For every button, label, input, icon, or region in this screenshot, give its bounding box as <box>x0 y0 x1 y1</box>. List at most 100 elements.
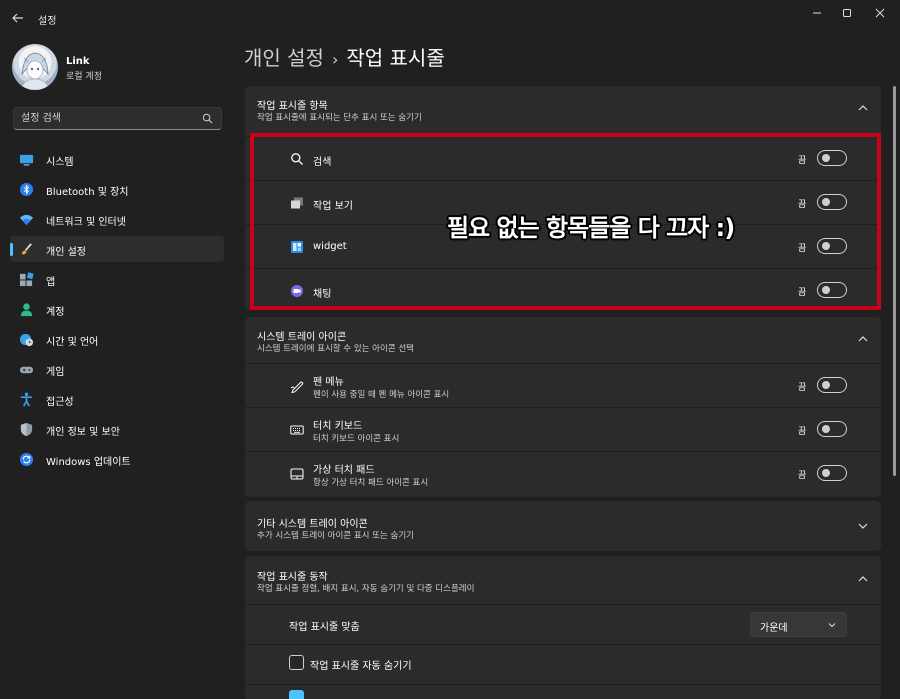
section-subtitle: 추가 시스템 트레이 아이콘 표시 또는 숨기기 <box>257 531 414 541</box>
pen-menu-toggle[interactable] <box>817 377 847 393</box>
sidebar-item-label: 앱 <box>46 277 56 288</box>
section-title: 시스템 트레이 아이콘 <box>257 332 347 343</box>
sidebar-item-accounts[interactable]: 계정 <box>10 296 224 322</box>
sidebar-item-label: Bluetooth 및 장치 <box>46 187 129 198</box>
sidebar-item-label: 게임 <box>46 367 65 378</box>
row-label: 펜 메뉴 <box>313 377 344 388</box>
sidebar-item-bluetooth[interactable]: Bluetooth 및 장치 <box>10 176 224 202</box>
tray-touch-keyboard-row: 터치 키보드 터치 키보드 아이콘 표시 끔 <box>245 407 881 451</box>
gamepad-icon <box>19 366 34 374</box>
taskbar-item-chat-row: 채팅 끔 <box>245 268 881 312</box>
sidebar-item-label: Windows 업데이트 <box>46 457 131 468</box>
taskbar-items-header[interactable]: 작업 표시줄 항목 작업 표시줄에 표시되는 단추 표시 또는 숨기기 <box>245 86 881 130</box>
pen-icon <box>290 381 304 393</box>
search-icon[interactable] <box>202 113 213 124</box>
sidebar-item-windows-update[interactable]: Windows 업데이트 <box>10 446 224 472</box>
row-label: widget <box>313 241 347 252</box>
chevron-up-icon[interactable] <box>857 334 869 344</box>
system-tray-icons-header[interactable]: 시스템 트레이 아이콘 시스템 트레이에 표시할 수 있는 아이콘 선택 <box>245 317 881 361</box>
back-arrow-icon[interactable] <box>10 10 26 26</box>
chevron-up-icon[interactable] <box>857 574 869 584</box>
touch-keyboard-toggle[interactable] <box>817 421 847 437</box>
system-tray-icons-card: 시스템 트레이 아이콘 시스템 트레이에 표시할 수 있는 아이콘 선택 펜 메… <box>245 317 881 497</box>
brush-icon <box>21 243 32 255</box>
dropdown-value: 가운데 <box>760 623 788 634</box>
sidebar-item-label: 네트워크 및 인터넷 <box>46 217 126 228</box>
close-icon <box>875 8 885 18</box>
accessibility-icon <box>20 392 33 407</box>
chevron-up-icon[interactable] <box>857 103 869 113</box>
search-toggle[interactable] <box>817 150 847 166</box>
minimize-button[interactable] <box>803 4 831 22</box>
sidebar-item-privacy[interactable]: 개인 정보 및 보안 <box>10 416 224 442</box>
task-view-icon <box>291 197 303 209</box>
other-tray-icons-card[interactable]: 기타 시스템 트레이 아이콘 추가 시스템 트레이 아이콘 표시 또는 숨기기 <box>245 501 881 551</box>
taskbar-badges-row <box>245 684 881 699</box>
section-title: 기타 시스템 트레이 아이콘 <box>257 519 368 530</box>
scrollbar[interactable] <box>893 86 896 476</box>
keyboard-icon <box>290 425 304 435</box>
update-icon <box>19 452 34 467</box>
row-label: 검색 <box>313 157 332 168</box>
row-label: 가상 터치 패드 <box>313 465 375 476</box>
virtual-touchpad-toggle[interactable] <box>817 465 847 481</box>
breadcrumb: 개인 설정 › 작업 표시줄 <box>244 42 445 71</box>
taskbar-behaviors-card: 작업 표시줄 동작 작업 표시줄 정렬, 배지 표시, 자동 숨기기 및 다중 … <box>245 556 881 699</box>
avatar <box>12 44 58 90</box>
sidebar-item-personalization[interactable]: 개인 설정 <box>10 236 224 262</box>
close-button[interactable] <box>866 4 894 22</box>
row-label: 채팅 <box>313 289 332 300</box>
chat-icon <box>291 285 303 297</box>
touchpad-icon <box>290 468 304 480</box>
toggle-state-label: 끔 <box>798 156 807 166</box>
row-label: 터치 키보드 <box>313 421 363 432</box>
section-title: 작업 표시줄 동작 <box>257 572 328 583</box>
sidebar-item-label: 시스템 <box>46 157 74 168</box>
settings-search-box[interactable] <box>13 107 222 130</box>
sidebar-item-label: 개인 설정 <box>46 247 86 258</box>
wifi-icon <box>19 214 34 226</box>
taskbar-alignment-dropdown[interactable]: 가운데 <box>750 612 847 637</box>
page-title: 작업 표시줄 <box>346 46 445 70</box>
sidebar-item-gaming[interactable]: 게임 <box>10 356 224 382</box>
monitor-icon <box>19 154 34 166</box>
taskbar-autohide-row: 작업 표시줄 자동 숨기기 <box>245 644 881 684</box>
profile-name: Link <box>66 56 90 67</box>
breadcrumb-parent[interactable]: 개인 설정 <box>244 46 324 70</box>
sidebar-item-accessibility[interactable]: 접근성 <box>10 386 224 412</box>
tray-pen-menu-row: 펜 메뉴 펜이 사용 중일 때 펜 메뉴 아이콘 표시 끔 <box>245 363 881 407</box>
toggle-state-label: 끔 <box>798 244 807 254</box>
toggle-state-label: 끔 <box>798 200 807 210</box>
sidebar-item-time-language[interactable]: 시간 및 언어 <box>10 326 224 352</box>
search-icon <box>291 153 303 165</box>
autohide-checkbox[interactable] <box>289 655 304 670</box>
taskbar-behaviors-header[interactable]: 작업 표시줄 동작 작업 표시줄 정렬, 배지 표시, 자동 숨기기 및 다중 … <box>245 556 881 600</box>
sidebar-item-system[interactable]: 시스템 <box>10 146 224 172</box>
toggle-state-label: 끔 <box>798 427 807 437</box>
task-view-toggle[interactable] <box>817 194 847 210</box>
window-title: 설정 <box>38 16 57 27</box>
maximize-button[interactable] <box>833 4 861 22</box>
row-label: 작업 보기 <box>313 201 353 212</box>
toggle-state-label: 끔 <box>798 383 807 393</box>
sidebar-item-label: 시간 및 언어 <box>46 337 99 348</box>
toggle-state-label: 끔 <box>798 288 807 298</box>
other-tray-icons-header[interactable]: 기타 시스템 트레이 아이콘 추가 시스템 트레이 아이콘 표시 또는 숨기기 <box>245 501 881 545</box>
widgets-icon <box>291 241 303 253</box>
widgets-toggle[interactable] <box>817 238 847 254</box>
sidebar-item-network[interactable]: 네트워크 및 인터넷 <box>10 206 224 232</box>
chat-toggle[interactable] <box>817 282 847 298</box>
annotation-text: 필요 없는 항목들을 다 끄자 :) <box>447 214 735 242</box>
row-label: 작업 표시줄 자동 숨기기 <box>310 661 412 672</box>
search-input[interactable] <box>21 111 201 126</box>
chevron-down-icon[interactable] <box>857 521 869 531</box>
sidebar-item-label: 개인 정보 및 보안 <box>46 427 120 438</box>
apps-icon <box>19 272 34 287</box>
badges-checkbox[interactable] <box>289 690 304 699</box>
sidebar-item-apps[interactable]: 앱 <box>10 266 224 292</box>
sidebar-nav: 시스템 Bluetooth 및 장치 네트워크 및 인터넷 개인 설정 앱 계정… <box>10 146 224 476</box>
sidebar-item-label: 접근성 <box>46 397 74 408</box>
taskbar-item-search-row: 검색 끔 <box>245 136 881 180</box>
minimize-icon <box>813 12 821 14</box>
avatar-illustration-icon <box>19 52 51 90</box>
